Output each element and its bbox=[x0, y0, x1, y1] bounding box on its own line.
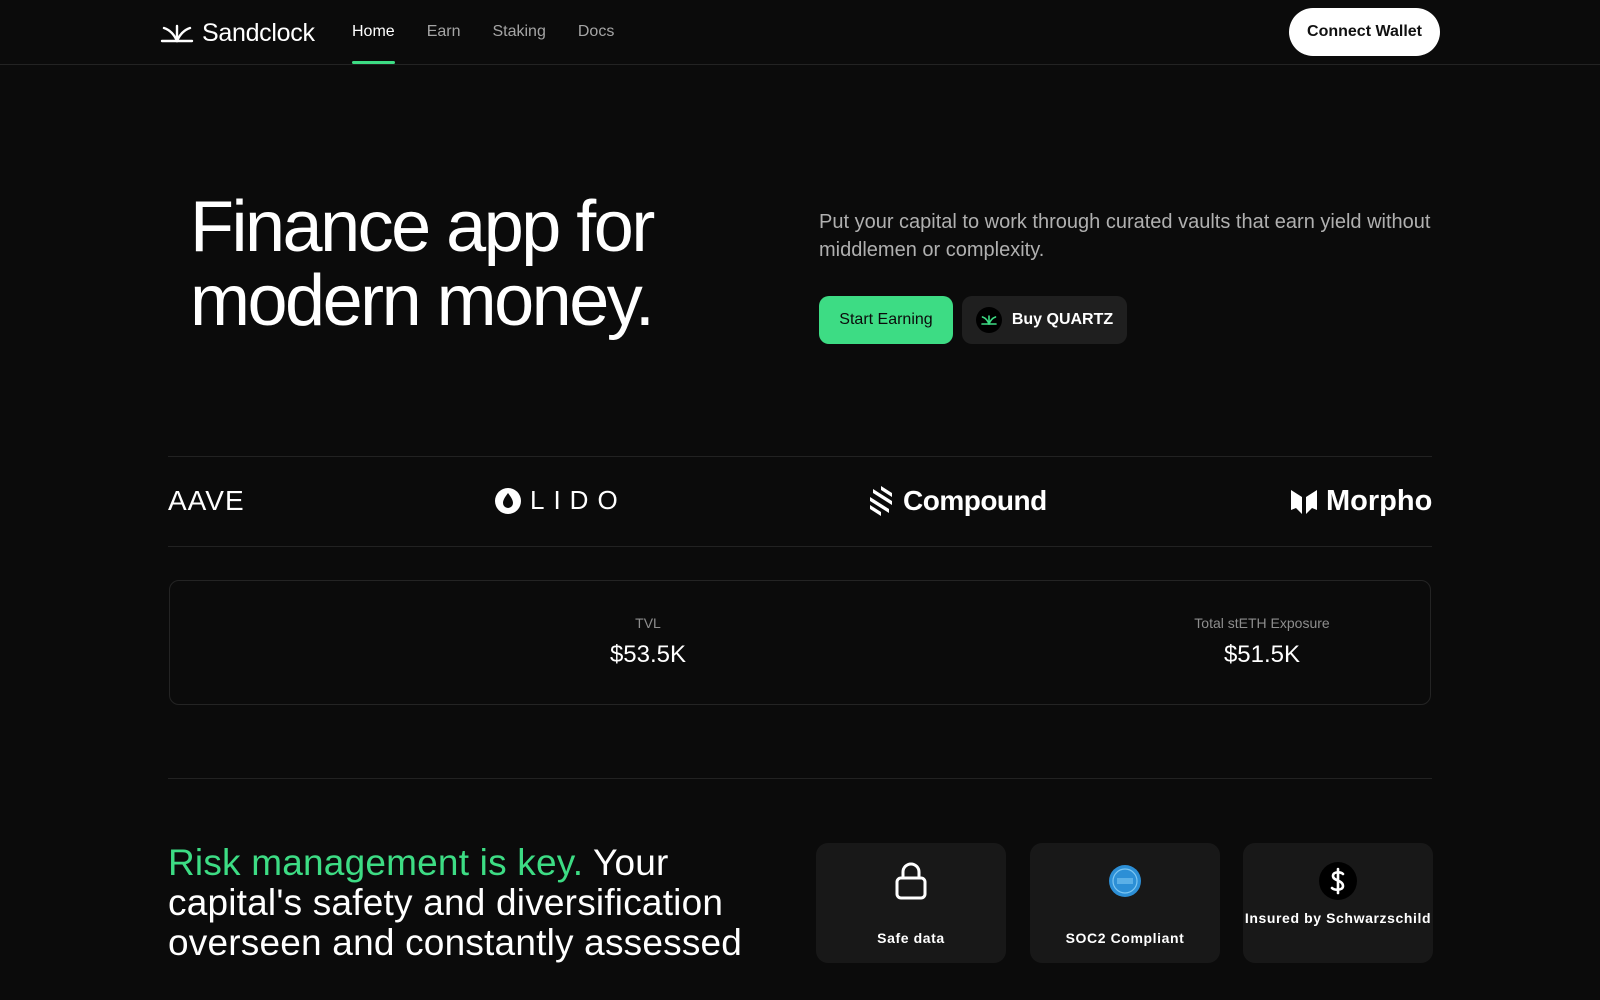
card-label: Insured by Schwarzschild bbox=[1244, 910, 1432, 926]
nav-item-earn[interactable]: Earn bbox=[427, 0, 461, 65]
compound-wordmark: Compound bbox=[903, 485, 1047, 516]
feature-card-safe-data: Safe data bbox=[816, 843, 1006, 963]
card-label: Safe data bbox=[877, 930, 945, 946]
main-nav: Home Earn Staking Docs bbox=[352, 0, 646, 65]
divider bbox=[168, 778, 1432, 779]
connect-wallet-button[interactable]: Connect Wallet bbox=[1289, 8, 1440, 56]
risk-statement: Risk management is key. Your capital's s… bbox=[168, 843, 788, 963]
lido-drop-icon bbox=[495, 487, 521, 514]
stat-tvl-label: TVL bbox=[635, 615, 661, 631]
stats-panel: TVL $53.5K Total stETH Exposure $51.5K bbox=[169, 580, 1431, 705]
partner-lido-logo: LIDO bbox=[494, 485, 627, 516]
hero-subtitle: Put your capital to work through curated… bbox=[819, 211, 1431, 261]
stat-steth-exposure: Total stETH Exposure $51.5K bbox=[1112, 615, 1412, 669]
partner-aave-logo: AAVE bbox=[168, 485, 245, 517]
buy-quartz-button[interactable]: Buy QUARTZ bbox=[962, 296, 1127, 344]
brand-logo[interactable]: Sandclock bbox=[160, 18, 315, 48]
hero-title-line-1: Finance app for bbox=[190, 187, 655, 267]
quartz-logo-icon bbox=[975, 307, 1002, 333]
risk-accent-text: Risk management is key. bbox=[168, 842, 584, 883]
stat-steth-value: $51.5K bbox=[1223, 641, 1301, 668]
dollar-circle-icon bbox=[1318, 861, 1358, 901]
brand-name: Sandclock bbox=[202, 18, 315, 47]
hero-title: Finance app for modern money. bbox=[190, 190, 750, 338]
divider bbox=[168, 456, 1432, 457]
divider bbox=[168, 546, 1432, 547]
partner-compound-logo: Compound bbox=[867, 485, 1047, 517]
partner-morpho-logo: Morpho bbox=[1290, 485, 1432, 518]
top-nav-bar: Sandclock Home Earn Staking Docs Connect… bbox=[0, 0, 1600, 65]
stat-steth-label: Total stETH Exposure bbox=[1194, 615, 1330, 631]
nav-item-staking[interactable]: Staking bbox=[492, 0, 545, 65]
nav-item-home[interactable]: Home bbox=[352, 0, 395, 65]
aave-wordmark: AAVE bbox=[168, 485, 245, 516]
hero-title-line-2: modern money. bbox=[190, 261, 655, 341]
morpho-wordmark: Morpho bbox=[1326, 485, 1433, 517]
nav-item-docs[interactable]: Docs bbox=[578, 0, 614, 65]
start-earning-button[interactable]: Start Earning bbox=[819, 296, 953, 344]
morpho-butterfly-icon bbox=[1291, 489, 1317, 514]
compound-icon bbox=[870, 486, 892, 516]
feature-card-soc2: SOC2 Compliant bbox=[1030, 843, 1220, 963]
lock-icon bbox=[891, 861, 931, 901]
stat-tvl-value: $53.5K bbox=[609, 641, 687, 668]
lido-wordmark: LIDO bbox=[530, 485, 627, 515]
buy-quartz-label: Buy QUARTZ bbox=[1011, 311, 1114, 328]
card-label: SOC2 Compliant bbox=[1065, 930, 1185, 946]
stat-tvl: TVL $53.5K bbox=[498, 615, 798, 669]
feature-card-insured: Insured by Schwarzschild bbox=[1243, 843, 1433, 963]
aicpa-soc-badge-icon bbox=[1105, 861, 1145, 901]
sandclock-logo-icon bbox=[160, 24, 194, 43]
